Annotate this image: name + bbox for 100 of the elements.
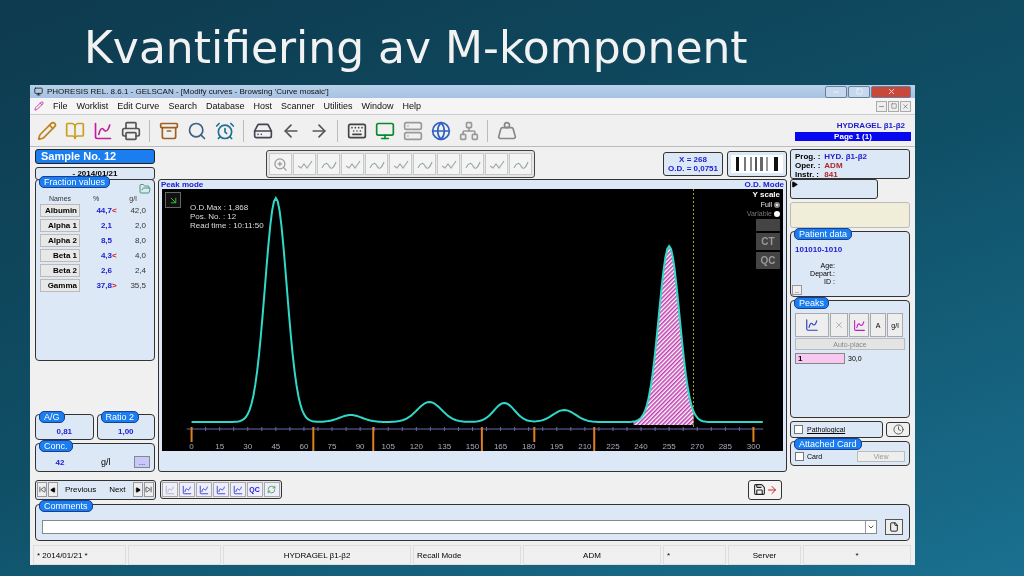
save-icon (752, 483, 766, 496)
menu-item[interactable]: Utilities (323, 101, 353, 111)
axis-tick-label: 285 (717, 442, 733, 451)
curve-icon (344, 158, 361, 170)
y-scale-label: Y scale (752, 190, 780, 199)
panel-title: Attached Card (794, 438, 862, 450)
panel-title: Fraction values (39, 176, 111, 188)
curve-tool-button[interactable] (413, 153, 436, 175)
axis-tick-label: 255 (661, 442, 677, 451)
gl-value: 4,0 (133, 251, 146, 260)
menu-item[interactable]: Scanner (280, 101, 315, 111)
info-value: ADM (824, 161, 844, 170)
menu-item[interactable]: Worklist (76, 101, 109, 111)
info-label: Instr. : (795, 170, 820, 179)
chart-tool-button[interactable] (212, 482, 229, 497)
chart-tool-button[interactable] (178, 482, 195, 497)
menu-item[interactable]: Database (205, 101, 245, 111)
page-indicator: Page 1 (1) (795, 131, 911, 141)
history-button[interactable] (886, 422, 910, 437)
skip-forward-icon (145, 486, 153, 493)
fraction-name-button[interactable]: Beta 1 (40, 249, 80, 262)
menu-item[interactable]: File (53, 101, 68, 111)
status-cell: Recall Mode (413, 545, 521, 565)
refresh-icon (267, 485, 277, 494)
curve-tool-button[interactable] (293, 153, 316, 175)
menu-item[interactable]: Help (402, 101, 422, 111)
axis-tick-label: 30 (242, 442, 254, 451)
area-chart-icon (852, 318, 866, 332)
fraction-name-button[interactable]: Alpha 1 (40, 219, 80, 232)
curve-tool-button[interactable] (509, 153, 532, 175)
fraction-name-button[interactable]: Albumin (40, 204, 80, 217)
curve-icon (296, 158, 313, 170)
card-checkbox[interactable] (795, 452, 804, 461)
clock-icon (892, 424, 904, 435)
menu-item[interactable]: Edit Curve (117, 101, 160, 111)
next-label[interactable]: Next (103, 485, 132, 494)
curve-tool-button[interactable] (341, 153, 364, 175)
previous-button[interactable] (48, 482, 58, 497)
peak-tool-tab[interactable] (795, 313, 829, 337)
previous-label[interactable]: Previous (59, 485, 103, 494)
chart-icon (92, 120, 113, 141)
close-button[interactable] (900, 100, 911, 112)
clock-icon (214, 120, 235, 141)
axis-tick-label: 180 (521, 442, 537, 451)
percent-value: 4,3 (99, 251, 112, 260)
close-button[interactable] (871, 85, 911, 98)
curve-icon (488, 158, 505, 170)
ag-value: 0,81 (55, 427, 74, 436)
next-button[interactable] (132, 482, 143, 497)
comment-field[interactable] (42, 519, 877, 534)
menu-item[interactable]: Host (253, 101, 272, 111)
axis-tick-label: 90 (354, 442, 366, 451)
maximize-button[interactable] (848, 85, 870, 98)
status-cell: HYDRAGEL β1-β2 (223, 545, 411, 565)
chart-tool-button[interactable] (161, 482, 178, 497)
more-button[interactable]: ... (134, 456, 150, 468)
axis-tick-label: 195 (549, 442, 565, 451)
peak-tool-tab[interactable] (849, 313, 869, 337)
curve-tool-button[interactable] (485, 153, 508, 175)
fraction-name-button[interactable]: Gamma (40, 279, 80, 292)
refresh-button[interactable] (263, 482, 280, 497)
chart-tool-button[interactable] (229, 482, 246, 497)
export-icon[interactable] (139, 183, 151, 195)
menu-item[interactable]: Window (361, 101, 394, 111)
pencil-icon (34, 101, 44, 111)
slide-title: Kvantifiering av M-komponent (83, 21, 749, 75)
printer-icon (120, 120, 141, 141)
restore-button[interactable] (888, 100, 899, 112)
axis-tick-label: 135 (436, 442, 453, 451)
menu-item[interactable]: Search (168, 101, 197, 111)
curve-tool-button[interactable] (365, 153, 388, 175)
peak-tool-tab[interactable] (830, 313, 848, 337)
arrow-button[interactable] (165, 192, 181, 208)
document-button[interactable] (885, 518, 903, 535)
fraction-name-button[interactable]: Alpha 2 (40, 234, 80, 247)
axis-tick-label: 225 (605, 442, 621, 451)
curve-tool-button[interactable] (461, 153, 484, 175)
status-cell: * 2014/01/21 * (33, 545, 126, 565)
chart-tool-button[interactable] (195, 482, 212, 497)
minimize-button[interactable] (876, 100, 887, 112)
gl-value: 2,4 (133, 266, 146, 275)
axis-tick-label: 45 (270, 442, 282, 451)
chart-icon (198, 484, 209, 495)
curve-tool-button[interactable] (437, 153, 460, 175)
save-button[interactable] (748, 479, 782, 500)
minimize-button[interactable] (825, 85, 847, 98)
percent-value: 2,6 (99, 266, 112, 275)
curve-tool-button[interactable] (317, 153, 340, 175)
zoom-button[interactable] (269, 153, 292, 175)
info-label: Oper. : (795, 161, 821, 170)
gl-value: 2,0 (133, 221, 146, 230)
fraction-name-button[interactable]: Beta 2 (40, 264, 80, 277)
curve-tool-button[interactable] (389, 153, 412, 175)
chart-icon (232, 484, 243, 495)
app-icon (34, 87, 43, 96)
selector-field[interactable] (790, 179, 878, 199)
fraction-marker (372, 426, 375, 451)
weight-icon (496, 120, 517, 141)
chart-icon (164, 484, 175, 495)
range-label: < (112, 251, 118, 260)
